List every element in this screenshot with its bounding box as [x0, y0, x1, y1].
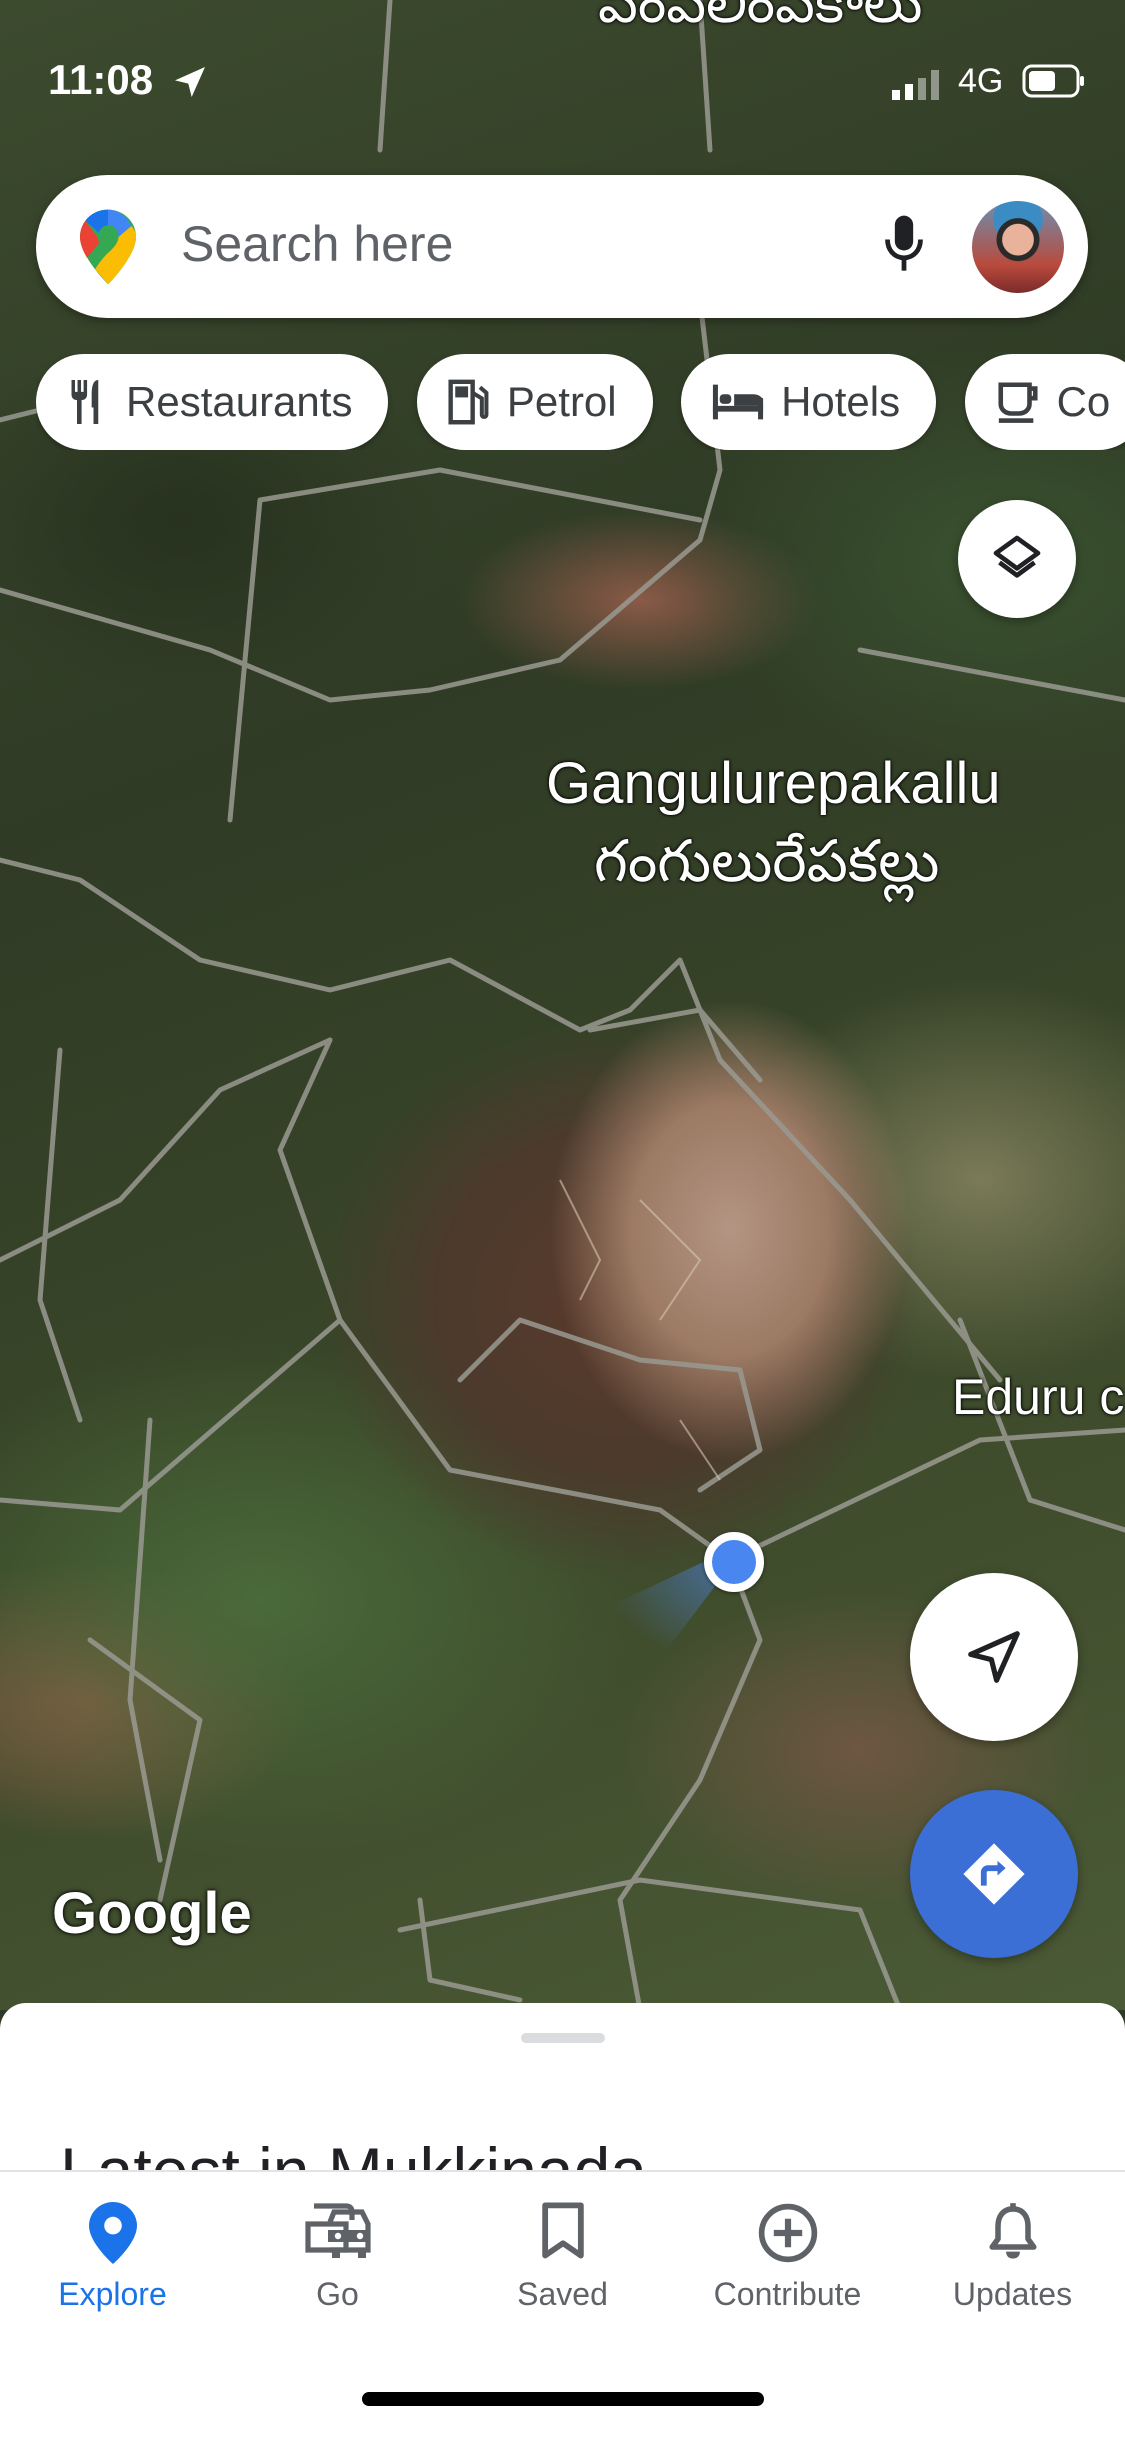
- place-label-english[interactable]: Gangulurepakallu: [546, 750, 1001, 817]
- fork-knife-icon: [71, 380, 99, 424]
- bed-icon: [713, 384, 764, 420]
- battery-icon: [1022, 64, 1084, 98]
- chip-restaurants[interactable]: Restaurants: [36, 354, 389, 450]
- chip-coffee[interactable]: Co: [964, 354, 1125, 450]
- tab-updates[interactable]: Updates: [900, 2172, 1125, 2332]
- profile-avatar[interactable]: [972, 201, 1064, 293]
- status-time: 11:08: [48, 56, 154, 103]
- layers-button[interactable]: [958, 500, 1076, 618]
- my-location-button[interactable]: [910, 1573, 1078, 1741]
- chip-hotels[interactable]: Hotels: [681, 354, 937, 450]
- navigation-arrow-icon: [968, 1631, 1020, 1683]
- sheet-drag-handle[interactable]: [521, 2033, 605, 2043]
- tab-contribute[interactable]: Contribute: [675, 2172, 900, 2332]
- chip-petrol[interactable]: Petrol: [416, 354, 653, 450]
- tab-explore-label: Explore: [58, 2276, 167, 2312]
- status-bar: 11:08 4G: [0, 0, 1125, 150]
- layers-icon: [993, 535, 1041, 578]
- chip-hotels-label: Hotels: [781, 378, 901, 425]
- tab-contribute-label: Contribute: [713, 2276, 862, 2312]
- signal-icon: [892, 70, 939, 100]
- chip-petrol-label: Petrol: [506, 378, 617, 425]
- google-maps-logo-icon: [80, 209, 136, 285]
- network-type: 4G: [958, 62, 1004, 100]
- tab-explore[interactable]: Explore: [0, 2172, 225, 2332]
- google-logo: Google: [52, 1881, 252, 1946]
- location-pin-icon: [88, 2202, 137, 2264]
- car-icon: [304, 2203, 371, 2258]
- category-chips: Restaurants Petrol Hotels Co: [36, 354, 1125, 450]
- coffee-icon: [998, 382, 1038, 423]
- microphone-icon[interactable]: [882, 213, 926, 277]
- chip-restaurants-label: Restaurants: [126, 378, 353, 425]
- search-bar[interactable]: Search here: [36, 175, 1088, 318]
- directions-icon: [963, 1843, 1025, 1905]
- bookmark-icon: [541, 2202, 584, 2259]
- search-input[interactable]: Search here: [181, 215, 453, 273]
- tab-go[interactable]: Go: [225, 2172, 450, 2332]
- fuel-pump-icon: [448, 379, 489, 425]
- tab-updates-label: Updates: [952, 2276, 1073, 2312]
- directions-button[interactable]: [910, 1790, 1078, 1958]
- location-arrow-icon: [175, 67, 205, 97]
- bell-icon: [988, 2203, 1037, 2259]
- add-circle-icon: [758, 2203, 817, 2263]
- tab-saved-label: Saved: [517, 2276, 608, 2312]
- tab-saved[interactable]: Saved: [450, 2172, 675, 2332]
- chip-coffee-label: Co: [1056, 378, 1111, 425]
- place-label-eduru[interactable]: Eduru c: [952, 1368, 1124, 1426]
- place-label-telugu[interactable]: గంగులురేపకల్లు: [594, 828, 939, 910]
- current-location-dot: [704, 1532, 764, 1592]
- home-indicator[interactable]: [362, 2392, 764, 2406]
- tab-go-label: Go: [316, 2276, 359, 2312]
